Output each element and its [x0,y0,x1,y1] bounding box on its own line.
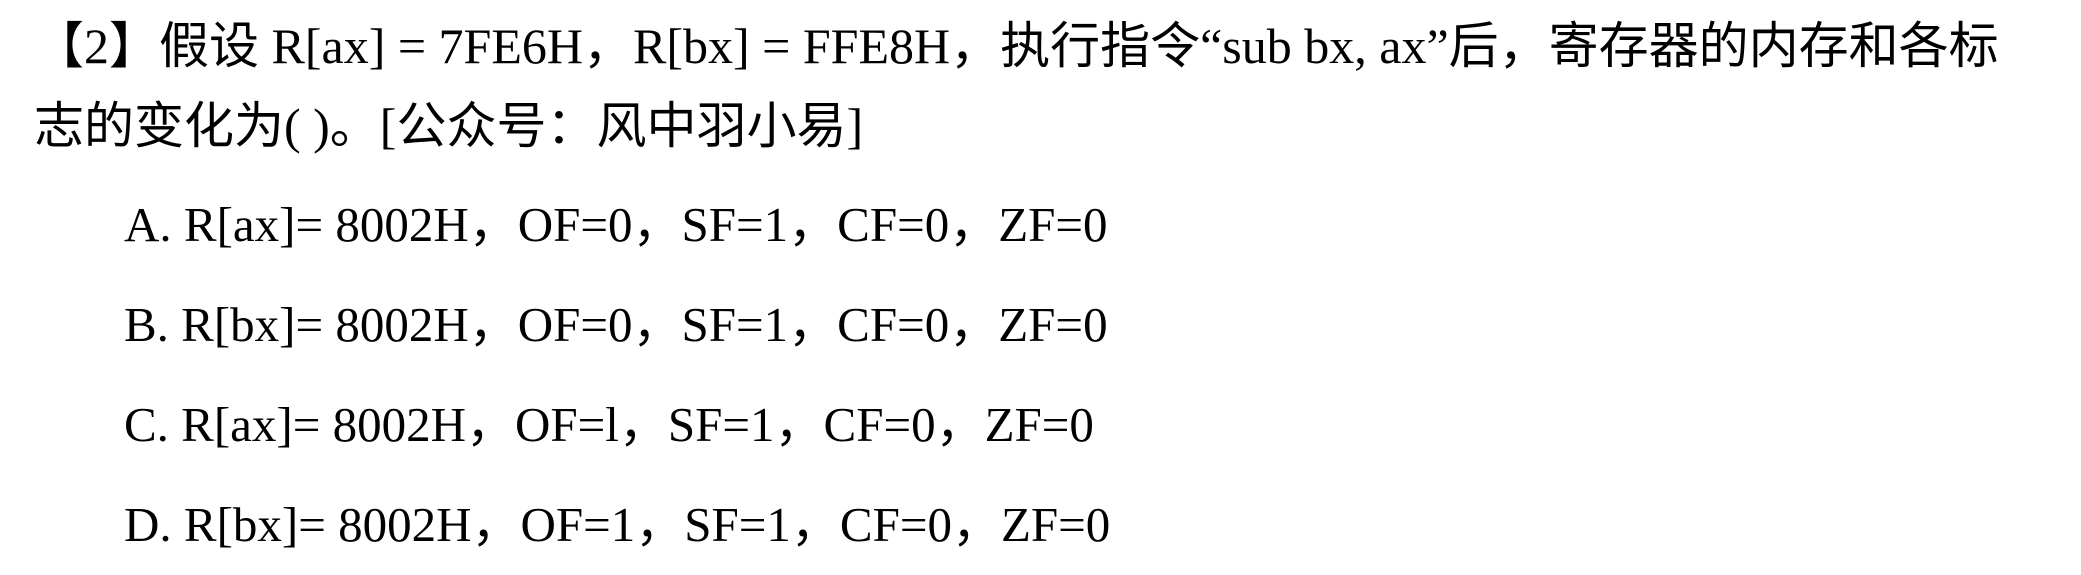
option-d: D. R[bx]= 8002H，OF=1，SF=1，CF=0，ZF=0 [124,497,1111,552]
option-c: C. R[ax]= 8002H，OF=l，SF=1，CF=0，ZF=0 [124,397,1094,452]
option-b: B. R[bx]= 8002H，OF=0，SF=1，CF=0，ZF=0 [124,297,1108,352]
question-stem: 【2】假设 R[ax] = 7FE6H，R[bx] = FFE8H，执行指令“s… [34,6,2054,166]
answer-options: A. R[ax]= 8002H，OF=0，SF=1，CF=0，ZF=0 B. R… [124,175,1110,575]
question-line-1: 【2】假设 R[ax] = 7FE6H，R[bx] = FFE8H，执行指令“s… [34,18,1999,74]
option-a: A. R[ax]= 8002H，OF=0，SF=1，CF=0，ZF=0 [124,197,1108,252]
question-line-2: 志的变化为( )。[公众号：风中羽小易] [34,98,864,154]
